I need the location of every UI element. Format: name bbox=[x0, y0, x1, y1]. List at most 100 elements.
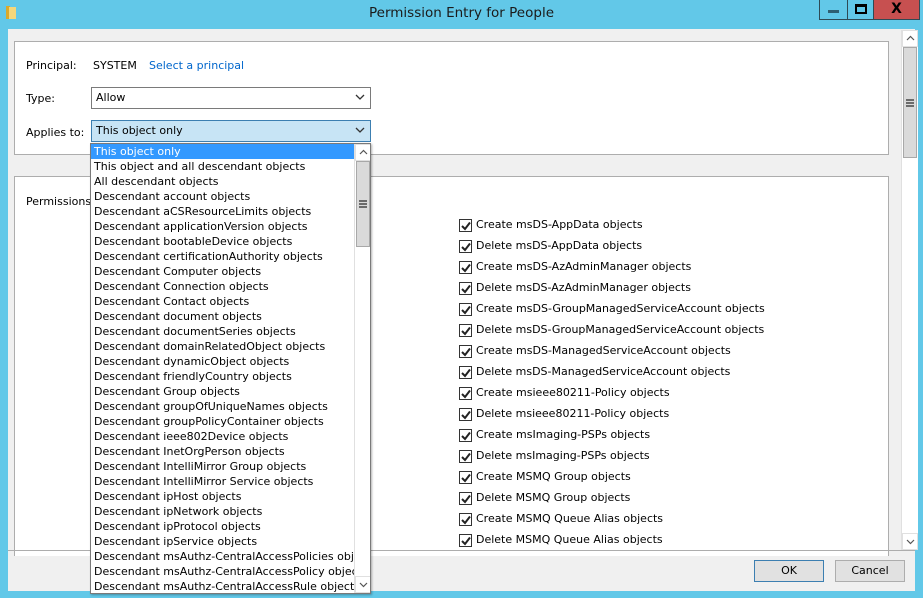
dropdown-option[interactable]: Descendant msAuthz-CentralAccessRule obj… bbox=[91, 579, 354, 593]
scroll-up-button[interactable] bbox=[902, 30, 918, 47]
applies-to-dropdown-list[interactable]: This object only This object and all desc… bbox=[90, 143, 371, 594]
dropdown-option[interactable]: Descendant friendlyCountry objects bbox=[91, 369, 354, 384]
dropdown-option[interactable]: Descendant Contact objects bbox=[91, 294, 354, 309]
dropdown-option[interactable]: All descendant objects bbox=[91, 174, 354, 189]
permission-item[interactable]: Create MSMQ Queue Alias objects bbox=[459, 511, 859, 529]
type-select[interactable]: Allow bbox=[91, 87, 371, 109]
dropdown-option[interactable]: Descendant IntelliMirror Service objects bbox=[91, 474, 354, 489]
select-principal-link[interactable]: Select a principal bbox=[149, 59, 244, 72]
permission-item[interactable]: Create msieee80211-Policy objects bbox=[459, 385, 859, 403]
permission-item[interactable]: Delete msDS-ManagedServiceAccount object… bbox=[459, 364, 859, 382]
dropdown-scroll-up-button[interactable] bbox=[355, 144, 370, 161]
permission-item[interactable]: Create msImaging-PSPs objects bbox=[459, 427, 859, 445]
permission-item[interactable]: Create MSMQ Group objects bbox=[459, 469, 859, 487]
minimize-button[interactable] bbox=[819, 0, 848, 20]
permission-checkbox[interactable] bbox=[459, 471, 472, 484]
dropdown-option[interactable]: Descendant Connection objects bbox=[91, 279, 354, 294]
principal-value: SYSTEM bbox=[93, 59, 137, 72]
scroll-thumb[interactable] bbox=[903, 47, 917, 158]
chevron-down-icon bbox=[906, 539, 915, 545]
dropdown-option[interactable]: Descendant msAuthz-CentralAccessPolicy o… bbox=[91, 564, 354, 579]
scroll-down-button[interactable] bbox=[902, 533, 918, 550]
dropdown-option[interactable]: Descendant ipHost objects bbox=[91, 489, 354, 504]
dropdown-option[interactable]: Descendant InetOrgPerson objects bbox=[91, 444, 354, 459]
dropdown-option[interactable]: Descendant domainRelatedObject objects bbox=[91, 339, 354, 354]
permission-item[interactable]: Delete msDS-AppData objects bbox=[459, 238, 859, 256]
permission-checkbox[interactable] bbox=[459, 513, 472, 526]
applies-to-select[interactable]: This object only bbox=[91, 120, 371, 142]
permission-label: Create msDS-ManagedServiceAccount object… bbox=[476, 344, 731, 357]
permission-checkbox[interactable] bbox=[459, 324, 472, 337]
dropdown-option[interactable]: Descendant msAuthz-CentralAccessPolicies… bbox=[91, 549, 354, 564]
dropdown-option[interactable]: Descendant IntelliMirror Group objects bbox=[91, 459, 354, 474]
checkmark-icon bbox=[461, 536, 471, 546]
permission-checkbox[interactable] bbox=[459, 303, 472, 316]
dropdown-scrollbar[interactable] bbox=[354, 144, 370, 593]
principal-panel: Principal: SYSTEM Select a principal Typ… bbox=[14, 41, 889, 155]
permission-item[interactable]: Delete MSMQ Queue Alias objects bbox=[459, 532, 859, 550]
dropdown-option[interactable]: Descendant account objects bbox=[91, 189, 354, 204]
permission-checkbox[interactable] bbox=[459, 366, 472, 379]
permission-item[interactable]: Delete msImaging-PSPs objects bbox=[459, 448, 859, 466]
dropdown-option[interactable]: Descendant bootableDevice objects bbox=[91, 234, 354, 249]
dropdown-option[interactable]: Descendant ipService objects bbox=[91, 534, 354, 549]
applies-to-label: Applies to: bbox=[26, 126, 85, 139]
dropdown-scroll-thumb[interactable] bbox=[356, 161, 370, 247]
checkmark-icon bbox=[461, 410, 471, 420]
permission-item[interactable]: Delete msDS-GroupManagedServiceAccount o… bbox=[459, 322, 859, 340]
dropdown-option[interactable]: Descendant Group objects bbox=[91, 384, 354, 399]
principal-label: Principal: bbox=[26, 59, 77, 72]
permission-checkbox[interactable] bbox=[459, 219, 472, 232]
dropdown-option[interactable]: Descendant document objects bbox=[91, 309, 354, 324]
permission-checkbox[interactable] bbox=[459, 387, 472, 400]
checkmark-icon bbox=[461, 431, 471, 441]
checkmark-icon bbox=[461, 452, 471, 462]
permission-item[interactable]: Delete msDS-AzAdminManager objects bbox=[459, 280, 859, 298]
dropdown-option[interactable]: Descendant groupOfUniqueNames objects bbox=[91, 399, 354, 414]
dropdown-option[interactable]: Descendant dynamicObject objects bbox=[91, 354, 354, 369]
checkmark-icon bbox=[461, 263, 471, 273]
permission-checkbox[interactable] bbox=[459, 282, 472, 295]
permission-checkbox[interactable] bbox=[459, 534, 472, 547]
dropdown-scroll-down-button[interactable] bbox=[355, 576, 370, 593]
permission-item[interactable]: Create msDS-ManagedServiceAccount object… bbox=[459, 343, 859, 361]
permission-item[interactable]: Delete MSMQ Group objects bbox=[459, 490, 859, 508]
permission-label: Create msDS-AppData objects bbox=[476, 218, 643, 231]
ok-button[interactable]: OK bbox=[754, 560, 824, 582]
permission-item[interactable]: Delete msieee80211-Policy objects bbox=[459, 406, 859, 424]
dropdown-option[interactable]: This object and all descendant objects bbox=[91, 159, 354, 174]
applies-to-select-value: This object only bbox=[96, 124, 183, 137]
permission-checkbox[interactable] bbox=[459, 240, 472, 253]
permission-checkbox[interactable] bbox=[459, 261, 472, 274]
cancel-button[interactable]: Cancel bbox=[835, 560, 905, 582]
dropdown-option[interactable]: This object only bbox=[91, 144, 354, 159]
dropdown-option[interactable]: Descendant groupPolicyContainer objects bbox=[91, 414, 354, 429]
permission-checkbox[interactable] bbox=[459, 492, 472, 505]
dropdown-option[interactable]: Descendant Computer objects bbox=[91, 264, 354, 279]
dropdown-option[interactable]: Descendant ieee802Device objects bbox=[91, 429, 354, 444]
maximize-button[interactable] bbox=[847, 0, 874, 20]
dropdown-option[interactable]: Descendant applicationVersion objects bbox=[91, 219, 354, 234]
permission-checkbox[interactable] bbox=[459, 450, 472, 463]
permission-checkbox[interactable] bbox=[459, 408, 472, 421]
checkmark-icon bbox=[461, 284, 471, 294]
permission-label: Create msDS-AzAdminManager objects bbox=[476, 260, 692, 273]
maximize-icon bbox=[855, 4, 867, 14]
close-icon: X bbox=[891, 1, 902, 17]
dropdown-option[interactable]: Descendant documentSeries objects bbox=[91, 324, 354, 339]
permission-checkbox[interactable] bbox=[459, 345, 472, 358]
dropdown-option[interactable]: Descendant ipNetwork objects bbox=[91, 504, 354, 519]
dropdown-option[interactable]: Descendant ipProtocol objects bbox=[91, 519, 354, 534]
permission-item[interactable]: Create msDS-GroupManagedServiceAccount o… bbox=[459, 301, 859, 319]
permission-checkbox[interactable] bbox=[459, 429, 472, 442]
permission-item[interactable]: Create msDS-AppData objects bbox=[459, 217, 859, 235]
main-scrollbar[interactable] bbox=[901, 30, 918, 550]
close-button[interactable]: X bbox=[873, 0, 920, 20]
permission-item[interactable]: Create msDS-AzAdminManager objects bbox=[459, 259, 859, 277]
title-bar[interactable]: Permission Entry for People X bbox=[0, 0, 923, 29]
minimize-icon bbox=[828, 10, 839, 13]
dropdown-option[interactable]: Descendant aCSResourceLimits objects bbox=[91, 204, 354, 219]
permissions-label: Permissions: bbox=[26, 195, 95, 208]
dropdown-option[interactable]: Descendant certificationAuthority object… bbox=[91, 249, 354, 264]
permission-label: Delete msImaging-PSPs objects bbox=[476, 449, 650, 462]
